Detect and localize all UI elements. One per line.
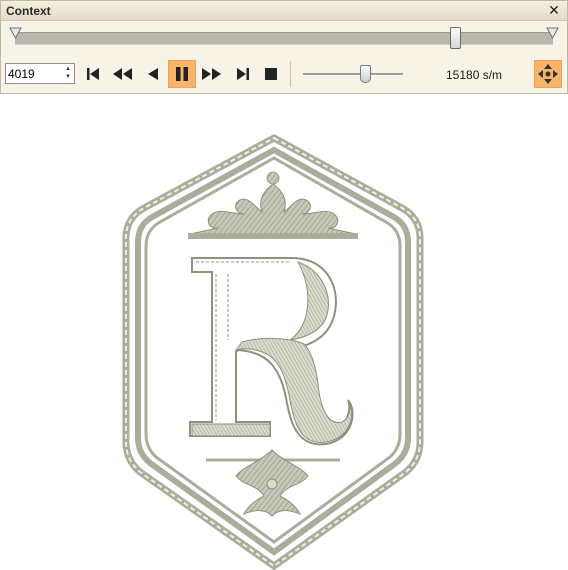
scrubber-track[interactable] [15, 32, 553, 45]
stitch-number-spinner[interactable]: ▲ ▼ [5, 63, 75, 84]
context-panel: Context ✕ ▲ ▼ [0, 0, 568, 94]
move-arrows-icon [538, 64, 558, 84]
speed-slider-thumb[interactable] [360, 65, 371, 83]
spin-up-icon[interactable]: ▲ [63, 65, 73, 73]
spin-down-icon[interactable]: ▼ [63, 73, 73, 81]
close-button[interactable]: ✕ [547, 2, 561, 18]
monogram-letter [189, 257, 354, 446]
skip-to-end-icon [237, 68, 249, 80]
speed-slider-track[interactable] [303, 73, 403, 76]
fast-forward-icon [202, 68, 221, 80]
scrubber-thumb[interactable] [449, 27, 461, 49]
pause-button[interactable] [168, 60, 196, 88]
speed-readout: 15180 s/m [446, 68, 503, 82]
fast-forward-button[interactable] [198, 60, 226, 88]
playback-toolbar: ▲ ▼ [1, 59, 567, 91]
toolbar-divider [290, 61, 291, 87]
range-end-marker-icon[interactable] [546, 27, 559, 39]
skip-to-start-icon [87, 68, 99, 80]
move-design-button[interactable] [534, 60, 562, 88]
design-canvas[interactable] [0, 100, 568, 570]
pause-icon [176, 67, 188, 81]
stop-icon [265, 68, 277, 80]
fast-back-button[interactable] [109, 60, 137, 88]
spinner-arrows[interactable]: ▲ ▼ [63, 65, 73, 82]
range-start-marker-icon[interactable] [9, 27, 22, 39]
panel-titlebar: Context ✕ [1, 1, 567, 21]
speed-slider[interactable] [303, 64, 403, 84]
panel-title: Context [6, 4, 51, 18]
stitch-scrubber[interactable] [9, 27, 559, 51]
step-back-button[interactable] [139, 60, 167, 88]
play-backward-icon [148, 68, 158, 80]
last-stitch-button[interactable] [229, 60, 257, 88]
stitch-number-input[interactable] [8, 66, 60, 81]
rewind-icon [113, 68, 132, 80]
stop-button[interactable] [257, 60, 285, 88]
first-stitch-button[interactable] [79, 60, 107, 88]
